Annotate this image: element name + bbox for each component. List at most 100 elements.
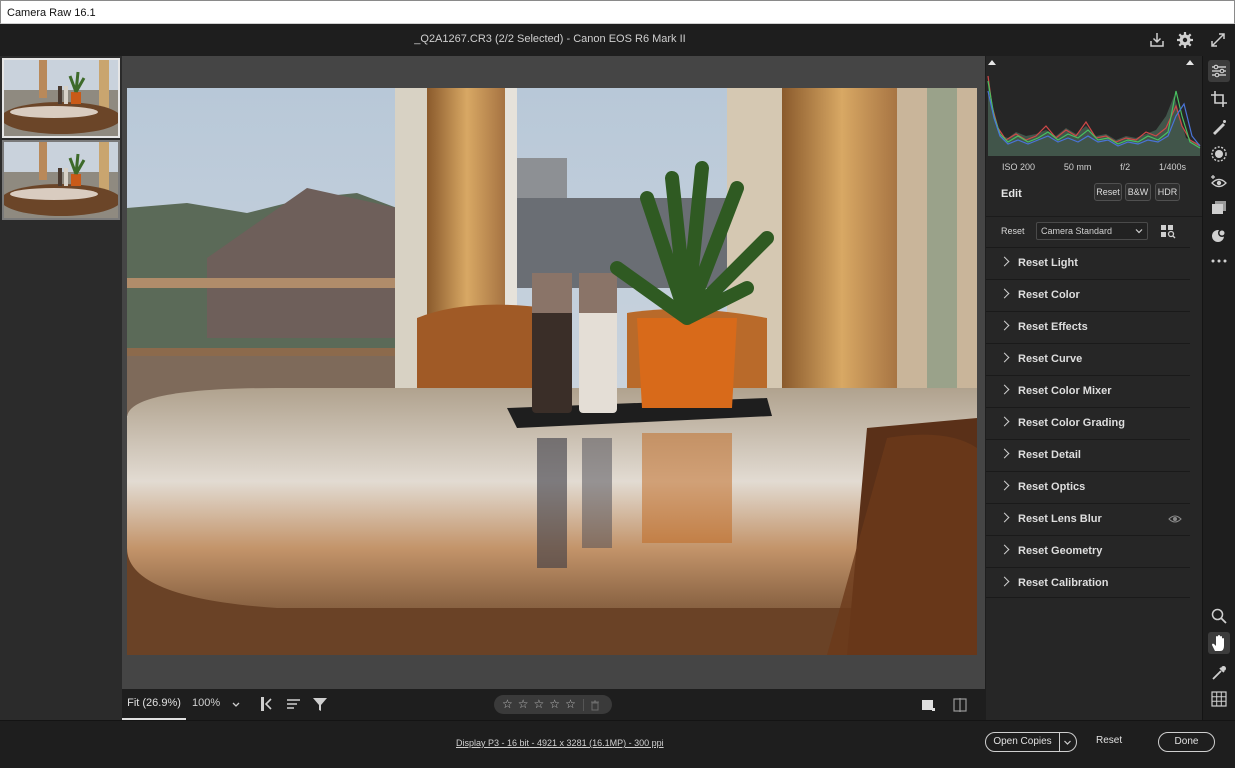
trash-icon[interactable] [589, 699, 601, 711]
sampler-icon[interactable] [1210, 664, 1228, 682]
thumbnail-image [4, 142, 118, 218]
star-icon[interactable]: ☆ [518, 695, 529, 714]
star-icon[interactable]: ☆ [549, 695, 560, 714]
filmstrip-thumbnail[interactable] [2, 140, 120, 220]
sort-icon[interactable] [285, 695, 303, 713]
star-rating: ☆ ☆ ☆ ☆ ☆ [494, 695, 612, 714]
profile-chevron-down-icon [1135, 229, 1143, 234]
section-label: Reset Geometry [1018, 545, 1103, 557]
filter-icon[interactable] [311, 695, 329, 713]
exif-iso: ISO 200 [1002, 162, 1036, 172]
histogram-graph [986, 56, 1202, 156]
bw-button[interactable]: B&W [1125, 183, 1151, 201]
view-toolbar: Fit (26.9%) 100% ☆ ☆ ☆ ☆ ☆ [122, 689, 985, 720]
section-calibration[interactable]: Reset Calibration [986, 567, 1190, 598]
window-title: Camera Raw 16.1 [7, 7, 96, 19]
section-geometry[interactable]: Reset Geometry [986, 535, 1190, 566]
workflow-options-link[interactable]: Display P3 - 16 bit - 4921 x 3281 (16.1M… [456, 738, 664, 748]
edit-sliders-icon[interactable] [1208, 60, 1230, 82]
red-eye-icon[interactable] [1210, 173, 1228, 191]
camera-raw-app: _Q2A1267.CR3 (2/2 Selected) - Canon EOS … [0, 24, 1235, 768]
section-label: Reset Detail [1018, 449, 1081, 461]
filmstrip [0, 56, 122, 720]
section-optics[interactable]: Reset Optics [986, 471, 1190, 502]
fullscreen-icon[interactable] [1208, 30, 1228, 50]
window-titlebar: Camera Raw 16.1 [0, 0, 1235, 24]
profile-select[interactable]: Camera Standard [1036, 222, 1148, 240]
section-light[interactable]: Reset Light [986, 247, 1190, 278]
section-lens-blur[interactable]: Reset Lens Blur [986, 503, 1190, 534]
section-label: Reset Color Grading [1018, 417, 1125, 429]
settings-gear-icon[interactable] [1175, 30, 1195, 50]
section-label: Reset Color Mixer [1018, 385, 1112, 397]
filmstrip-toggle-icon[interactable] [258, 695, 276, 713]
exif-shutter: 1/400s [1158, 162, 1186, 172]
chevron-right-icon [999, 288, 1010, 299]
footer-bar: Display P3 - 16 bit - 4921 x 3281 (16.1M… [0, 720, 1235, 768]
section-label: Reset Calibration [1018, 577, 1109, 589]
section-curve[interactable]: Reset Curve [986, 343, 1190, 374]
section-color[interactable]: Reset Color [986, 279, 1190, 310]
exif-aperture: f/2 [1120, 162, 1131, 172]
presets-icon[interactable] [1210, 226, 1228, 244]
section-label: Reset Color [1018, 289, 1080, 301]
edit-title: Edit [1001, 188, 1022, 200]
star-icon[interactable]: ☆ [534, 695, 545, 714]
reset-button[interactable]: Reset [1096, 735, 1122, 746]
edit-header: Edit Reset B&W HDR [986, 180, 1202, 210]
photo-preview[interactable] [127, 88, 977, 655]
chevron-right-icon [999, 352, 1010, 363]
crop-icon[interactable] [1210, 90, 1228, 108]
section-label: Reset Lens Blur [1018, 513, 1102, 525]
section-detail[interactable]: Reset Detail [986, 439, 1190, 470]
chevron-down-icon [1064, 740, 1071, 745]
chevron-right-icon [999, 384, 1010, 395]
exif-info: ISO 200 50 mm f/2 1/400s [986, 158, 1202, 176]
more-icon[interactable] [1210, 252, 1228, 270]
exif-focal-length: 50 mm [1063, 162, 1092, 172]
section-color-grading[interactable]: Reset Color Grading [986, 407, 1190, 438]
profile-row: Reset Camera Standard [986, 216, 1202, 246]
profile-reset-label[interactable]: Reset [1001, 226, 1025, 236]
section-color-mixer[interactable]: Reset Color Mixer [986, 375, 1190, 406]
top-bar: _Q2A1267.CR3 (2/2 Selected) - Canon EOS … [0, 24, 1235, 56]
fit-zoom-button[interactable]: Fit (26.9%) [122, 689, 186, 720]
image-canvas[interactable] [122, 56, 985, 689]
zoom-icon[interactable] [1210, 607, 1228, 625]
snapshots-icon[interactable] [1210, 199, 1228, 217]
photo-image [127, 88, 977, 655]
filmstrip-thumbnail[interactable] [2, 58, 120, 138]
hdr-button[interactable]: HDR [1155, 183, 1180, 201]
done-button[interactable]: Done [1158, 732, 1215, 752]
edit-panel: ISO 200 50 mm f/2 1/400s Edit Reset B&W … [986, 56, 1202, 720]
hand-icon[interactable] [1208, 632, 1230, 654]
chevron-right-icon [999, 480, 1010, 491]
section-label: Reset Effects [1018, 321, 1088, 333]
before-after-icon[interactable] [952, 697, 968, 713]
rating-divider [582, 698, 584, 711]
save-icon[interactable] [1147, 30, 1167, 50]
chevron-right-icon [999, 512, 1010, 523]
tool-rail [1202, 56, 1235, 720]
profile-browser-icon[interactable] [1160, 223, 1176, 239]
zoom-100-button[interactable]: 100% [192, 689, 220, 720]
star-icon[interactable]: ☆ [502, 695, 513, 714]
grid-icon[interactable] [1210, 690, 1228, 708]
section-effects[interactable]: Reset Effects [986, 311, 1190, 342]
thumbnail-image [4, 60, 118, 136]
file-info: _Q2A1267.CR3 (2/2 Selected) - Canon EOS … [414, 33, 686, 45]
open-options-dropdown[interactable] [1060, 732, 1077, 752]
chevron-right-icon [999, 320, 1010, 331]
healing-icon[interactable] [1210, 118, 1228, 136]
zoom-dropdown-chevron-down-icon[interactable] [231, 700, 241, 710]
section-label: Reset Curve [1018, 353, 1083, 365]
single-view-icon[interactable] [920, 697, 936, 713]
chevron-right-icon [999, 416, 1010, 427]
star-icon[interactable]: ☆ [565, 695, 576, 714]
chevron-right-icon [999, 576, 1010, 587]
edit-reset-button[interactable]: Reset [1094, 183, 1122, 201]
visibility-eye-icon[interactable] [1168, 512, 1182, 526]
masking-icon[interactable] [1210, 145, 1228, 163]
open-copies-button[interactable]: Open Copies [985, 732, 1060, 752]
chevron-right-icon [999, 256, 1010, 267]
